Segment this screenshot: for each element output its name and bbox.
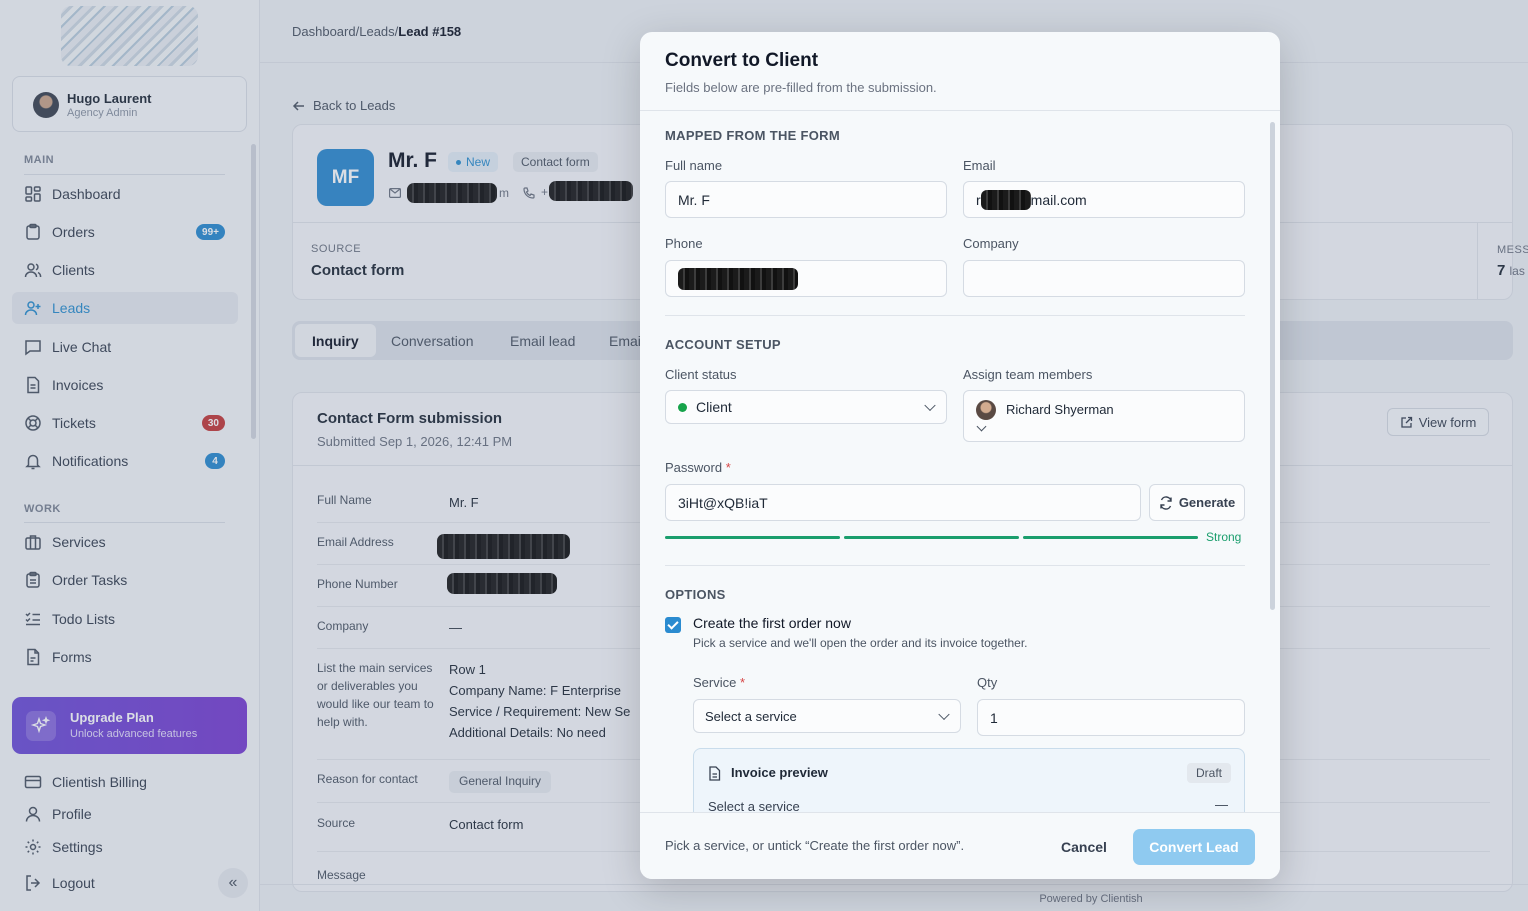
company-input[interactable] [963,260,1245,297]
section-options: OPTIONS [665,587,726,602]
generate-label: Generate [1178,495,1236,510]
strength-segment [844,536,1019,539]
full-name-label: Full name [665,158,723,173]
create-order-description: Pick a service and we'll open the order … [693,636,1028,650]
chevron-down-icon [976,421,987,432]
create-order-label[interactable]: Create the first order now [693,615,851,631]
section-account-setup: ACCOUNT SETUP [665,337,781,352]
status-dot [678,402,687,412]
convert-lead-button[interactable]: Convert Lead [1133,829,1255,865]
modal-subtitle: Fields below are pre-filled from the sub… [665,80,937,95]
team-member-chip[interactable]: Richard Shyerman [1006,400,1114,419]
assign-team-select[interactable]: Richard Shyerman [963,390,1245,442]
service-placeholder: Select a service [705,708,797,724]
client-status-select[interactable]: Client [665,390,947,424]
service-select[interactable]: Select a service [693,699,961,733]
divider [640,110,1280,111]
assign-team-label: Assign team members [963,367,1093,382]
strength-segment [1023,536,1198,539]
phone-input[interactable] [665,260,947,297]
service-label: Service * [693,675,745,690]
chevron-down-icon [924,399,936,412]
modal-scrollbar[interactable] [1270,122,1275,610]
redacted-email [980,189,1031,210]
draft-badge: Draft [1186,763,1231,783]
cancel-button[interactable]: Cancel [1049,829,1119,865]
invoice-amount: — [1215,797,1228,812]
divider [665,565,1245,566]
phone-label: Phone [665,236,703,251]
modal-footer: Pick a service, or untick “Create the fi… [640,812,1280,879]
convert-to-client-modal: Convert to Client Fields below are pre-f… [640,32,1280,879]
client-status-value: Client [696,399,732,415]
footer-hint: Pick a service, or untick “Create the fi… [665,838,965,853]
email-input[interactable]: r mail.com [963,181,1245,218]
chevron-down-icon [938,708,950,721]
redacted-phone [678,267,798,290]
full-name-value: Mr. F [678,191,710,208]
email-value-suffix: mail.com [1030,191,1087,208]
full-name-input[interactable]: Mr. F [665,181,947,218]
qty-label: Qty [977,675,998,690]
required-mark: * [725,460,731,475]
email-label: Email [963,158,996,173]
password-label-text: Password [665,460,723,475]
qty-value: 1 [990,709,998,726]
service-label-text: Service [693,675,737,690]
team-member-avatar [976,400,996,420]
divider [665,315,1245,316]
password-value: 3iHt@xQB!iaT [678,494,768,511]
password-label: Password * [665,460,731,475]
qty-input[interactable]: 1 [977,699,1245,736]
refresh-icon [1160,495,1172,510]
company-label: Company [963,236,1019,251]
client-status-label: Client status [665,367,737,382]
strength-segment [665,536,840,539]
section-mapped-from-form: MAPPED FROM THE FORM [665,128,840,143]
password-input[interactable]: 3iHt@xQB!iaT [665,484,1141,521]
document-icon [709,766,721,781]
required-mark: * [739,675,746,690]
email-value-prefix: r [976,191,981,208]
invoice-preview-title: Invoice preview [731,765,828,780]
generate-password-button[interactable]: Generate [1149,484,1245,521]
create-order-checkbox[interactable] [665,617,681,633]
modal-title: Convert to Client [665,50,819,71]
password-strength-label: Strong [1206,530,1242,544]
